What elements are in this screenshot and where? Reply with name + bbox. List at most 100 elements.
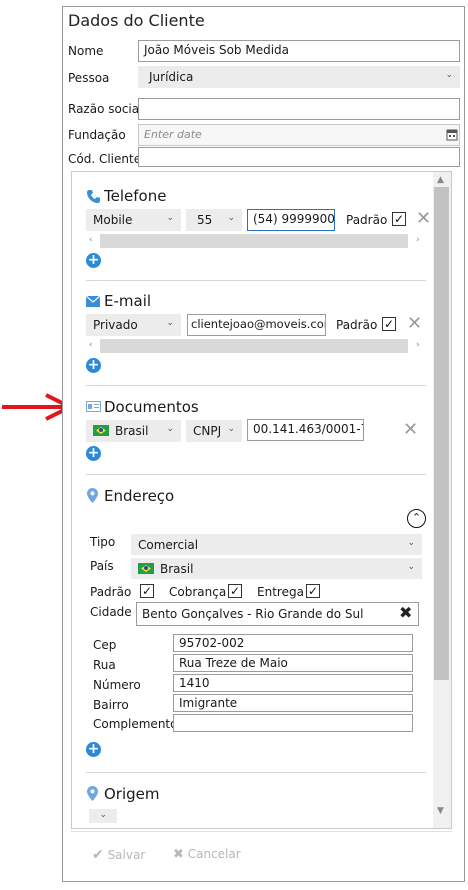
fundacao-date-input[interactable]: Enter date <box>138 124 460 146</box>
cep-label: Cep <box>93 638 117 652</box>
email-padrao-checkbox[interactable]: ✓ <box>382 317 396 331</box>
save-button[interactable]: ✔ Salvar <box>92 847 145 863</box>
cod-cliente-input[interactable] <box>138 147 460 167</box>
email-title: E-mail <box>104 292 152 310</box>
scroll-down-arrow-icon[interactable]: ▼ <box>437 806 444 816</box>
documentos-title: Documentos <box>104 398 199 416</box>
remove-telefone-icon[interactable]: ✕ <box>416 210 431 228</box>
endereco-tipo-label: Tipo <box>90 535 116 549</box>
fundacao-label: Fundação <box>68 128 126 142</box>
documento-pais-select[interactable]: Brasil ⌄ <box>86 420 181 442</box>
scroll-up-arrow-icon[interactable]: ▲ <box>437 175 444 185</box>
nome-label: Nome <box>68 44 104 58</box>
calendar-icon[interactable] <box>446 128 458 141</box>
origem-select[interactable]: ⌄ <box>89 809 117 823</box>
save-button-label: Salvar <box>107 848 146 862</box>
endereco-padrao-checkbox[interactable]: ✓ <box>140 584 154 598</box>
telefone-tipo-value: Mobile <box>93 213 133 227</box>
telefone-padrao-label: Padrão <box>346 213 388 227</box>
footer-separator <box>71 831 452 832</box>
chevron-down-icon: ⌄ <box>407 562 415 572</box>
chevron-down-icon: ⌄ <box>407 538 415 548</box>
cancel-button[interactable]: ✖ Cancelar <box>173 847 241 862</box>
scroll-left-arrow-icon[interactable]: ‹ <box>89 340 93 350</box>
razao-social-input[interactable] <box>138 98 460 120</box>
separator <box>86 385 426 386</box>
add-telefone-button[interactable]: + <box>86 253 101 268</box>
endereco-cobranca-label: Cobrança <box>169 585 227 599</box>
endereco-cidade-label: Cidade <box>90 605 132 619</box>
numero-input[interactable]: 1410 <box>173 674 413 692</box>
scrollbar-thumb[interactable] <box>434 187 449 680</box>
endereco-cobranca-checkbox[interactable]: ✓ <box>228 584 242 598</box>
telefone-tipo-select[interactable]: Mobile ⌄ <box>86 209 181 231</box>
email-tipo-value: Privado <box>93 318 138 332</box>
bairro-label: Bairro <box>93 698 129 712</box>
telefone-numero-input[interactable]: (54) 999990000 <box>247 209 335 231</box>
bairro-input[interactable]: Imigrante <box>173 694 413 712</box>
separator <box>86 280 426 281</box>
endereco-pais-select[interactable]: Brasil ⌄ <box>131 558 422 579</box>
email-horizontal-scrollbar[interactable] <box>100 339 408 353</box>
endereco-tipo-select[interactable]: Comercial ⌄ <box>131 534 422 555</box>
email-tipo-select[interactable]: Privado ⌄ <box>86 314 181 336</box>
scroll-right-arrow-icon[interactable]: › <box>416 235 420 245</box>
documento-tipo-value: CNPJ <box>193 424 222 438</box>
telefone-horizontal-scrollbar[interactable] <box>100 234 408 248</box>
remove-documento-icon[interactable]: ✕ <box>403 421 418 439</box>
collapse-up-icon[interactable]: ⌃ <box>407 509 426 528</box>
chevron-down-icon: ⌄ <box>166 213 174 223</box>
numero-label: Número <box>93 678 141 692</box>
documento-numero-input[interactable]: 00.141.463/0001-73 <box>247 419 364 441</box>
endereco-tipo-value: Comercial <box>138 538 199 552</box>
email-padrao-label: Padrão <box>336 318 378 332</box>
telefone-padrao-checkbox[interactable]: ✓ <box>392 212 406 226</box>
telefone-ddi-value: 55 <box>197 213 213 227</box>
clear-cidade-icon[interactable]: ✖ <box>399 605 412 621</box>
endereco-cidade-input[interactable]: Bento Gonçalves - Rio Grande do Sul <box>136 602 419 626</box>
remove-email-icon[interactable]: ✕ <box>407 315 422 333</box>
telefone-ddi-select[interactable]: 55 ⌄ <box>186 209 242 231</box>
map-pin-icon <box>87 488 98 503</box>
envelope-icon <box>86 296 100 307</box>
chevron-down-icon: ⌄ <box>166 424 174 434</box>
map-pin-icon <box>87 786 98 801</box>
documento-tipo-select[interactable]: CNPJ ⌄ <box>186 420 242 442</box>
chevron-down-icon: ⌄ <box>227 213 235 223</box>
origem-title: Origem <box>104 785 160 803</box>
phone-icon <box>87 190 100 203</box>
cep-input[interactable]: 95702-002 <box>173 634 413 652</box>
pessoa-value: Jurídica <box>149 70 194 84</box>
endereco-entrega-label: Entrega <box>257 585 304 599</box>
brazil-flag-icon <box>138 563 154 574</box>
scroll-left-arrow-icon[interactable]: ‹ <box>89 235 93 245</box>
documento-pais-value: Brasil <box>115 424 149 438</box>
complemento-label: Complemento <box>93 717 178 731</box>
check-icon: ✔ <box>92 847 104 863</box>
rua-input[interactable]: Rua Treze de Maio <box>173 654 413 672</box>
cancel-button-label: Cancelar <box>187 847 241 861</box>
rua-label: Rua <box>93 658 116 672</box>
add-email-button[interactable]: + <box>86 358 101 373</box>
add-endereco-button[interactable]: + <box>86 742 101 757</box>
endereco-pais-value: Brasil <box>160 562 194 576</box>
telefone-title: Telefone <box>104 187 167 205</box>
endereco-entrega-checkbox[interactable]: ✓ <box>306 584 320 598</box>
chevron-down-icon: ⌄ <box>99 810 107 820</box>
fundacao-placeholder: Enter date <box>144 128 202 141</box>
id-card-icon <box>86 401 101 412</box>
chevron-down-icon: ⌄ <box>166 318 174 328</box>
pessoa-label: Pessoa <box>68 71 110 85</box>
separator <box>86 474 426 475</box>
form-title: Dados do Cliente <box>68 11 205 30</box>
add-documento-button[interactable]: + <box>86 446 101 461</box>
pessoa-select[interactable]: Jurídica ⌄ <box>138 66 460 88</box>
scroll-right-arrow-icon[interactable]: › <box>416 340 420 350</box>
endereco-padrao-label: Padrão <box>90 585 132 599</box>
complemento-input[interactable] <box>173 714 413 732</box>
email-input[interactable]: clientejoao@moveis.com <box>187 314 326 336</box>
cod-cliente-label: Cód. Cliente <box>68 152 142 166</box>
nome-input[interactable]: João Móveis Sob Medida <box>138 40 460 62</box>
chevron-down-icon: ⌄ <box>445 70 453 80</box>
endereco-title: Endereço <box>104 487 175 505</box>
